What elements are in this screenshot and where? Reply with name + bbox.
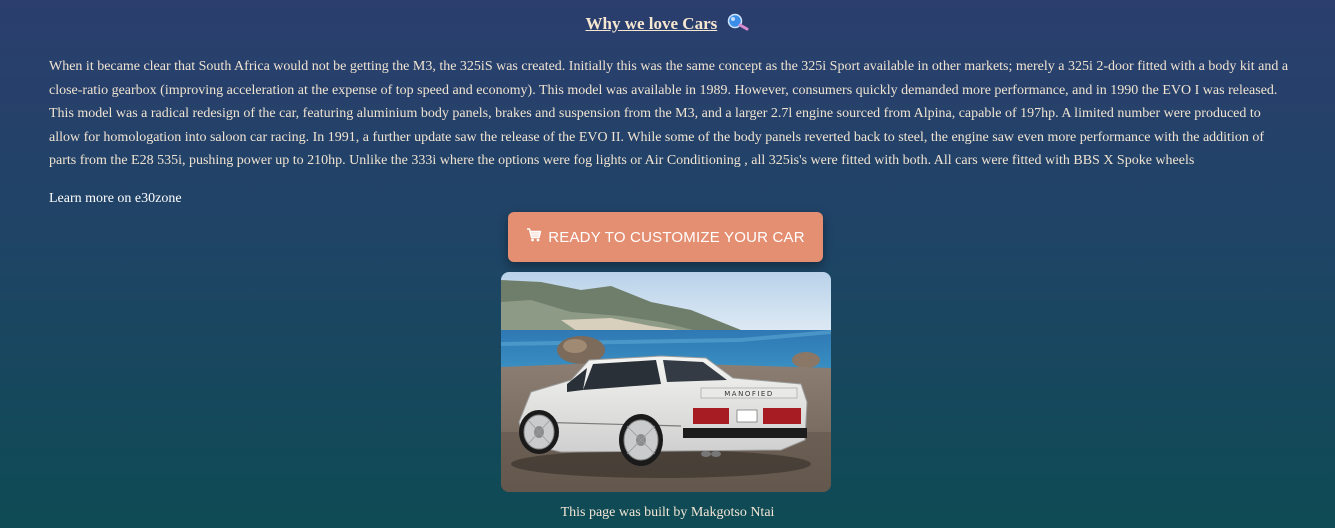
customize-car-button-label: READY TO CUSTOMIZE YOUR CAR bbox=[548, 228, 805, 246]
page-title-text: Why we love Cars bbox=[585, 14, 718, 33]
magnifier-icon bbox=[727, 13, 749, 36]
car-photo: MANOFIED bbox=[501, 272, 831, 492]
page: Why we love Cars When it became clear th… bbox=[0, 0, 1335, 528]
shopping-cart-icon bbox=[526, 227, 542, 247]
car-plate-text: MANOFIED bbox=[724, 390, 773, 398]
customize-car-button[interactable]: READY TO CUSTOMIZE YOUR CAR bbox=[508, 212, 823, 262]
intro-paragraph: When it became clear that South Africa w… bbox=[49, 59, 1289, 169]
learn-more-link[interactable]: Learn more on e30zone bbox=[49, 191, 182, 207]
page-title: Why we love Cars bbox=[0, 13, 1335, 36]
page-footer: This page was built by Makgotso Ntai bbox=[560, 505, 775, 520]
